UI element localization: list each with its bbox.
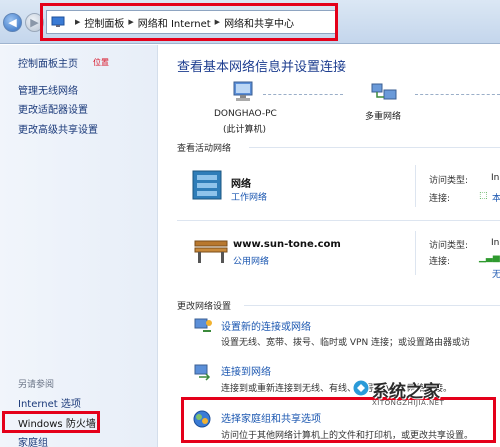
- access-type-value: In: [491, 238, 500, 248]
- connect-network-icon: [194, 364, 211, 381]
- sidebar-item-manage-wireless[interactable]: 管理无线网络: [18, 82, 78, 97]
- sidebar-home-link[interactable]: 控制面板主页: [18, 55, 78, 70]
- page-title: 查看基本网络信息并设置连接: [177, 60, 347, 75]
- computer-name: DONGHAO-PC: [214, 109, 277, 119]
- network-type-link[interactable]: 工作网络: [231, 190, 267, 203]
- sidebar-item-homegroup[interactable]: 家庭组: [18, 434, 48, 447]
- computer-icon: [233, 81, 253, 101]
- computer-subtitle: (此计算机): [223, 125, 267, 135]
- access-type-value: In: [491, 173, 500, 183]
- column-divider: [415, 231, 416, 275]
- connection-label: 连接:: [429, 194, 451, 204]
- multiple-networks-icon: [371, 83, 397, 100]
- map-connector: [263, 94, 343, 95]
- connect-to-network-desc: 连接到或重新连接到无线、有线、拨号或 VPN 网络连接。: [221, 384, 453, 394]
- main-content: 查看基本网络信息并设置连接 DONGHAO-PC (此计算机) 多重网络 查看活…: [159, 45, 500, 447]
- access-type-label: 访问类型:: [429, 241, 469, 251]
- signal-bars-icon: ▁▃▅: [479, 253, 500, 263]
- map-connector: [415, 94, 500, 95]
- position-hint: 位置: [93, 58, 109, 67]
- connection-value-link[interactable]: 本: [492, 191, 500, 204]
- active-networks-heading: 查看活动网络: [177, 144, 232, 154]
- network-type-link[interactable]: 公用网络: [233, 254, 269, 267]
- firewall-highlight-box: [2, 411, 100, 433]
- multiple-networks-label: 多重网络: [365, 112, 402, 122]
- network-name: www.sun-tone.com: [233, 239, 341, 250]
- section-divider: [177, 220, 500, 221]
- setup-connection-desc: 设置无线、宽带、拨号、临时或 VPN 连接；或设置路由器或访: [221, 338, 471, 348]
- column-divider: [415, 165, 416, 207]
- network-name: 网络: [231, 179, 251, 190]
- homegroup-highlight-box: [181, 397, 496, 443]
- section-divider: [244, 305, 500, 306]
- wifi-icon: ⬚: [479, 191, 488, 201]
- public-network-bench-icon: [194, 240, 228, 263]
- section-divider: [249, 147, 500, 148]
- new-connection-icon: [194, 318, 212, 332]
- change-settings-heading: 更改网络设置: [177, 302, 232, 312]
- forward-arrow-icon: ▶: [30, 16, 39, 29]
- connection-value-link[interactable]: 无: [492, 267, 500, 280]
- sidebar-item-internet-options[interactable]: Internet 选项: [18, 395, 81, 410]
- access-type-label: 访问类型:: [429, 176, 469, 186]
- connect-to-network-link[interactable]: 连接到网络: [221, 363, 271, 378]
- connection-label: 连接:: [429, 257, 451, 267]
- back-arrow-icon: ◀: [8, 16, 17, 29]
- see-also-heading: 另请参阅: [18, 380, 55, 390]
- address-highlight-box: [40, 3, 338, 41]
- setup-connection-link[interactable]: 设置新的连接或网络: [221, 318, 311, 333]
- work-network-icon: [192, 170, 222, 200]
- sidebar-item-advanced-sharing[interactable]: 更改高级共享设置: [18, 121, 98, 136]
- sidebar: 控制面板主页 位置 管理无线网络 更改适配器设置 更改高级共享设置 另请参阅 I…: [0, 45, 158, 447]
- sidebar-item-adapter-settings[interactable]: 更改适配器设置: [18, 101, 88, 116]
- back-button[interactable]: ◀: [3, 13, 22, 32]
